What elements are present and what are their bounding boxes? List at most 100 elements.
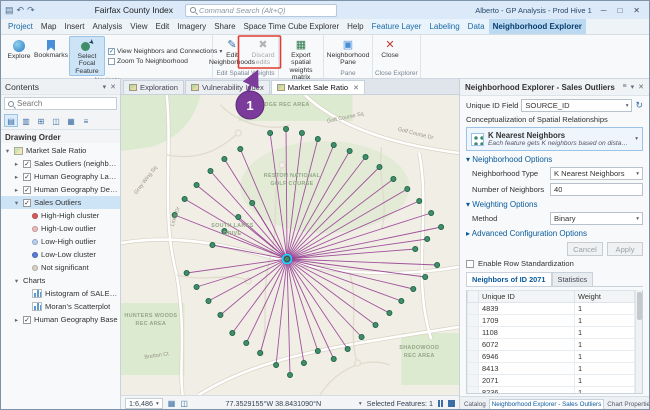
ribbon-tab-analysis[interactable]: Analysis — [88, 19, 126, 34]
contents-search-input[interactable] — [17, 99, 113, 108]
pause-drawing-icon[interactable] — [438, 400, 443, 407]
neighbor-point[interactable] — [222, 156, 227, 161]
neighbor-point[interactable] — [184, 270, 189, 275]
legend-item-low-low-cluster[interactable]: Low-Low cluster — [1, 248, 120, 261]
neighborhood-pane-button[interactable]: ▣ Neighborhood Pane — [326, 36, 370, 69]
neighbor-point[interactable] — [331, 356, 336, 361]
pane-tab-neighborhood-explorer-sales-outliers[interactable]: Neighborhood Explorer - Sales Outliers — [489, 399, 605, 409]
ribbon-tab-labeling[interactable]: Labeling — [425, 19, 463, 34]
row-standardization-row[interactable]: Enable Row Standardization — [466, 259, 643, 268]
row-selector-cell[interactable] — [468, 387, 479, 395]
pane-tab-chart-properties[interactable]: Chart Properties — [605, 400, 649, 409]
neighbor-point[interactable] — [391, 176, 396, 181]
neighbor-point[interactable] — [347, 148, 352, 153]
neighborhood-type-select[interactable]: K Nearest Neighbors ▾ — [550, 167, 643, 180]
list-by-snapping-icon[interactable]: ▦ — [64, 114, 78, 127]
explore-button[interactable]: Explore — [5, 36, 33, 76]
neighbor-point[interactable] — [218, 312, 223, 317]
maximize-button[interactable]: □ — [612, 6, 627, 15]
neighbor-point[interactable] — [194, 182, 199, 187]
neighbor-point[interactable] — [399, 298, 404, 303]
neighbor-point[interactable] — [208, 168, 213, 173]
layer-item-sales-outliers-neighborhood[interactable]: ▸✓Sales Outliers (neighborhood) — [1, 157, 120, 170]
discard-edits-button[interactable]: ✖ Discard edits — [250, 36, 276, 69]
neighbor-table-row[interactable]: 17091 — [468, 315, 635, 327]
pane-tab-catalog[interactable]: Catalog — [462, 400, 488, 409]
snap-tool-icon[interactable]: ◫ — [180, 399, 188, 408]
row-selector-cell[interactable] — [468, 339, 479, 351]
neighbor-point[interactable] — [315, 348, 320, 353]
row-selector-cell[interactable] — [468, 327, 479, 339]
conceptualization-method-card[interactable]: K Nearest Neighbors Each feature gets K … — [466, 127, 643, 151]
unique-id-field-select[interactable]: SOURCE_ID ▾ — [521, 99, 632, 112]
layer-visibility-checkbox[interactable]: ✓ — [23, 173, 31, 181]
zoom-to-neighborhood-checkbox-row[interactable]: Zoom To Neighborhood — [108, 58, 208, 65]
neighbor-point[interactable] — [373, 322, 378, 327]
export-spatial-weights-button[interactable]: ▦ Export spatial weights matrix — [281, 36, 321, 83]
scale-selector[interactable]: 1:6,486 ▾ — [125, 398, 163, 409]
command-search-box[interactable]: Command Search (Alt+Q) — [185, 4, 337, 17]
layer-item-market-sale-ratio[interactable]: ▾Market Sale Ratio — [1, 144, 120, 157]
neighbor-point[interactable] — [238, 146, 243, 151]
ribbon-tab-view[interactable]: View — [126, 19, 151, 34]
cancel-button[interactable]: Cancel — [567, 242, 603, 256]
list-by-editing-icon[interactable]: ◫ — [49, 114, 63, 127]
neighbor-point[interactable] — [359, 334, 364, 339]
neighbor-table-row[interactable]: 60721 — [468, 339, 635, 351]
layer-visibility-checkbox[interactable]: ✓ — [23, 186, 31, 194]
ribbon-tab-project[interactable]: Project — [4, 19, 37, 34]
stop-drawing-icon[interactable] — [448, 400, 455, 407]
chevron-down-icon[interactable]: ▾ — [635, 136, 638, 142]
zoom-to-neighborhood-checkbox[interactable] — [108, 58, 115, 65]
neighbor-point[interactable] — [206, 298, 211, 303]
neighbor-point[interactable] — [210, 242, 215, 247]
save-icon[interactable]: ▤ — [5, 5, 14, 16]
neighbor-point[interactable] — [244, 340, 249, 345]
layer-item-human-geography-base[interactable]: ▸✓Human Geography Base — [1, 313, 120, 326]
contents-search-box[interactable] — [4, 97, 117, 110]
weight-column-header[interactable]: Weight — [575, 291, 635, 303]
view-neighbors-checkbox[interactable]: ✓ — [108, 48, 115, 55]
row-selector-cell[interactable] — [468, 303, 479, 315]
layer-item-human-geography-label[interactable]: ▸✓Human Geography Label — [1, 170, 120, 183]
apply-button[interactable]: Apply — [607, 242, 643, 256]
row-selector-cell[interactable] — [468, 375, 479, 387]
neighbor-point[interactable] — [345, 346, 350, 351]
ribbon-tab-share[interactable]: Share — [210, 19, 239, 34]
map-canvas[interactable]: NEWBRIDGE REC AREARESTON NATIONALGOLF CO… — [121, 95, 459, 395]
ribbon-tab-data[interactable]: Data — [464, 19, 489, 34]
neighbor-point[interactable] — [411, 286, 416, 291]
neighbor-point[interactable] — [331, 142, 336, 147]
pointer-coordinates[interactable]: 77.3529155°W 38.8431090°N — [226, 399, 322, 408]
ribbon-tab-insert[interactable]: Insert — [60, 19, 88, 34]
view-neighbors-checkbox-row[interactable]: ✓ View Neighbors and Connections ▾ — [108, 48, 208, 55]
advanced-options-section-header[interactable]: ▸ Advanced Configuration Options — [466, 229, 643, 238]
legend-item-high-high-cluster[interactable]: High-High cluster — [1, 209, 120, 222]
neighbor-point[interactable] — [423, 274, 428, 279]
neighbor-point[interactable] — [363, 154, 368, 159]
neighbor-point[interactable] — [435, 262, 440, 267]
ribbon-tab-map[interactable]: Map — [37, 19, 61, 34]
refresh-icon[interactable]: ↻ — [635, 100, 643, 111]
list-by-source-icon[interactable]: ▥ — [19, 114, 33, 127]
row-standardization-checkbox[interactable] — [466, 260, 474, 268]
number-of-neighbors-input[interactable]: 40 — [550, 183, 643, 196]
neighbor-table-row[interactable]: 84131 — [468, 363, 635, 375]
list-by-drawing-order-icon[interactable]: ▤ — [4, 114, 18, 127]
ribbon-tab-feature-layer[interactable]: Feature Layer — [368, 19, 426, 34]
neighbor-point[interactable] — [287, 372, 292, 377]
neighbor-table-row[interactable]: 20711 — [468, 375, 635, 387]
neighbor-point[interactable] — [250, 200, 255, 205]
neighbor-point[interactable] — [425, 236, 430, 241]
neighbor-point[interactable] — [283, 126, 288, 131]
layer-item-moran-s-scatterplot[interactable]: Moran's Scatterplot — [1, 300, 120, 313]
neighbor-point[interactable] — [387, 310, 392, 315]
undo-icon[interactable]: ↶ — [17, 5, 25, 16]
coords-chevron-icon[interactable]: ▾ — [359, 401, 362, 407]
neighbor-point[interactable] — [273, 362, 278, 367]
neighbor-point[interactable] — [236, 214, 241, 219]
neighbor-point[interactable] — [230, 330, 235, 335]
list-by-labeling-icon[interactable]: ≡ — [79, 114, 93, 127]
pane-close-icon[interactable]: ✕ — [638, 83, 644, 91]
close-explorer-button[interactable]: ✕ Close — [375, 36, 405, 69]
